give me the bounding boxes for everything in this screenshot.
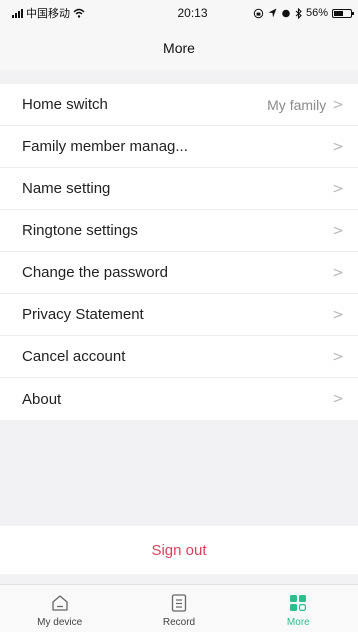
- tab-record[interactable]: Record: [119, 585, 238, 632]
- menu-item-cancel-account[interactable]: Cancel account >: [0, 336, 358, 378]
- menu-item-value: My family: [267, 96, 327, 113]
- chevron-right-icon: >: [332, 391, 344, 407]
- status-bar-right: 56%: [253, 7, 354, 19]
- alarm-icon: [282, 9, 290, 18]
- tab-my-device[interactable]: My device: [0, 585, 119, 632]
- menu-item-name-setting[interactable]: Name setting >: [0, 168, 358, 210]
- menu-item-label: Cancel account: [22, 348, 126, 365]
- wifi-icon: [73, 8, 85, 18]
- nav-bar: More: [0, 26, 358, 70]
- lock-rotation-icon: [253, 8, 264, 18]
- menu-item-label: Home switch: [22, 96, 108, 113]
- location-icon: [268, 8, 277, 18]
- home-icon: [49, 592, 71, 614]
- chevron-right-icon: >: [332, 180, 344, 197]
- menu-item-label: About: [22, 390, 62, 408]
- menu-item-family-member-management[interactable]: Family member manag... >: [0, 126, 358, 168]
- tab-label: More: [286, 617, 310, 628]
- grid-icon: [287, 592, 309, 614]
- menu-item-label: Name setting: [22, 180, 111, 197]
- chevron-right-icon: >: [332, 222, 344, 239]
- chevron-right-icon: >: [332, 348, 344, 365]
- tab-label: Record: [162, 617, 196, 628]
- record-icon: [168, 592, 190, 614]
- status-bar-left: 中国移动: [12, 5, 132, 21]
- menu-item-label: Privacy Statement: [22, 306, 144, 323]
- menu-item-about[interactable]: About >: [0, 378, 358, 420]
- status-bar: 中国移动 20:13 56%: [0, 0, 358, 26]
- menu-item-label: Family member manag...: [22, 138, 188, 155]
- bluetooth-icon: [295, 7, 302, 19]
- status-time: 20:13: [177, 6, 208, 20]
- battery-icon: [332, 8, 354, 18]
- page-title: More: [163, 40, 195, 56]
- chevron-right-icon: >: [332, 264, 344, 281]
- settings-menu: Home switch My family > Family member ma…: [0, 84, 358, 420]
- menu-item-label: Ringtone settings: [22, 222, 138, 239]
- signal-icon: [12, 8, 23, 18]
- tab-more[interactable]: More: [239, 585, 358, 632]
- chevron-right-icon: >: [332, 96, 344, 113]
- menu-item-ringtone-settings[interactable]: Ringtone settings >: [0, 210, 358, 252]
- tab-bar: My device Record More: [0, 584, 358, 632]
- battery-percent: 56%: [305, 7, 328, 19]
- sign-out-button[interactable]: Sign out: [0, 526, 358, 574]
- menu-item-label: Change the password: [22, 264, 168, 281]
- menu-item-privacy-statement[interactable]: Privacy Statement >: [0, 294, 358, 336]
- chevron-right-icon: >: [332, 306, 344, 323]
- chevron-right-icon: >: [332, 138, 344, 155]
- tab-label: My device: [37, 617, 83, 628]
- carrier-name: 中国移动: [26, 8, 70, 20]
- menu-item-change-password[interactable]: Change the password >: [0, 252, 358, 294]
- menu-item-home-switch[interactable]: Home switch My family >: [0, 84, 358, 126]
